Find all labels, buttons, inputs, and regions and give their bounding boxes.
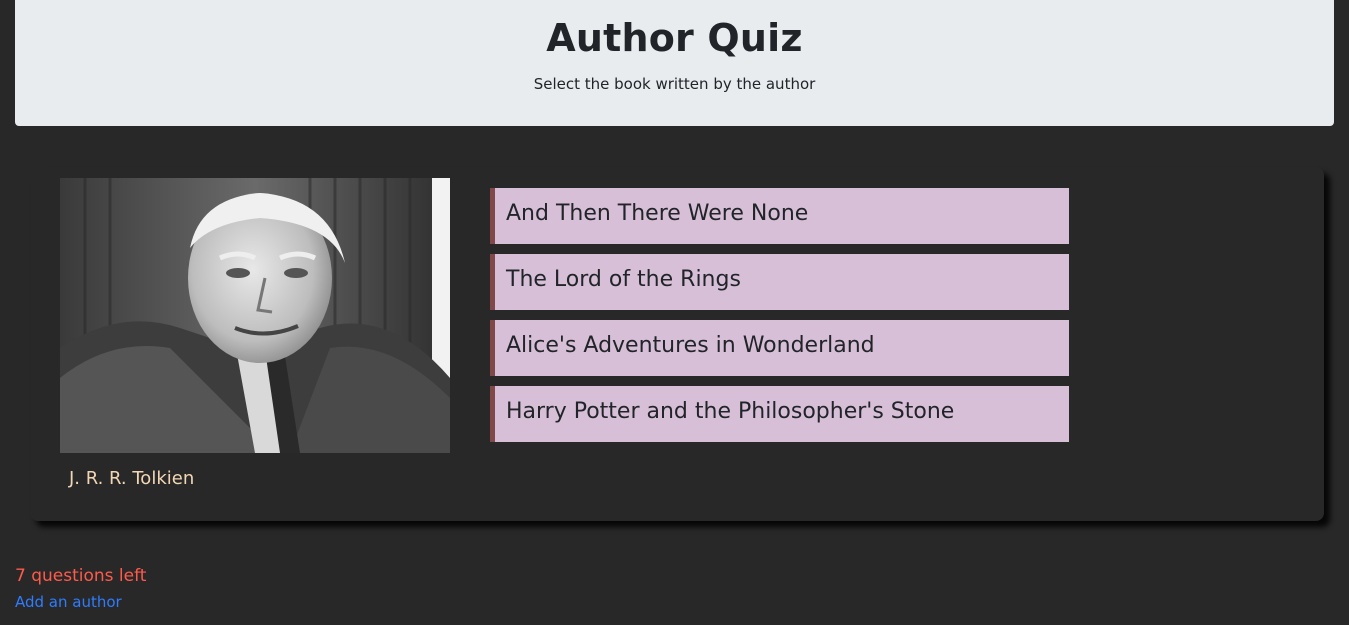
answer-label: The Lord of the Rings <box>506 267 741 292</box>
page-title: Author Quiz <box>546 16 803 60</box>
answer-option[interactable]: Harry Potter and the Philosopher's Stone <box>490 386 1069 442</box>
answer-label: Alice's Adventures in Wonderland <box>506 333 875 358</box>
answer-label: Harry Potter and the Philosopher's Stone <box>506 399 955 424</box>
author-image <box>60 178 450 453</box>
author-name: J. R. R. Tolkien <box>69 468 195 489</box>
answer-option[interactable]: And Then There Were None <box>490 188 1069 244</box>
questions-left-status: 7 questions left <box>15 566 147 586</box>
answer-option[interactable]: The Lord of the Rings <box>490 254 1069 310</box>
author-portrait-icon <box>60 178 450 453</box>
jumbotron-header: Author Quiz Select the book written by t… <box>15 0 1334 126</box>
quiz-turn-card: J. R. R. Tolkien And Then There Were Non… <box>30 167 1324 521</box>
page-subtitle: Select the book written by the author <box>533 75 816 93</box>
add-author-link[interactable]: Add an author <box>15 593 122 611</box>
answer-option[interactable]: Alice's Adventures in Wonderland <box>490 320 1069 376</box>
answer-label: And Then There Were None <box>506 201 809 226</box>
